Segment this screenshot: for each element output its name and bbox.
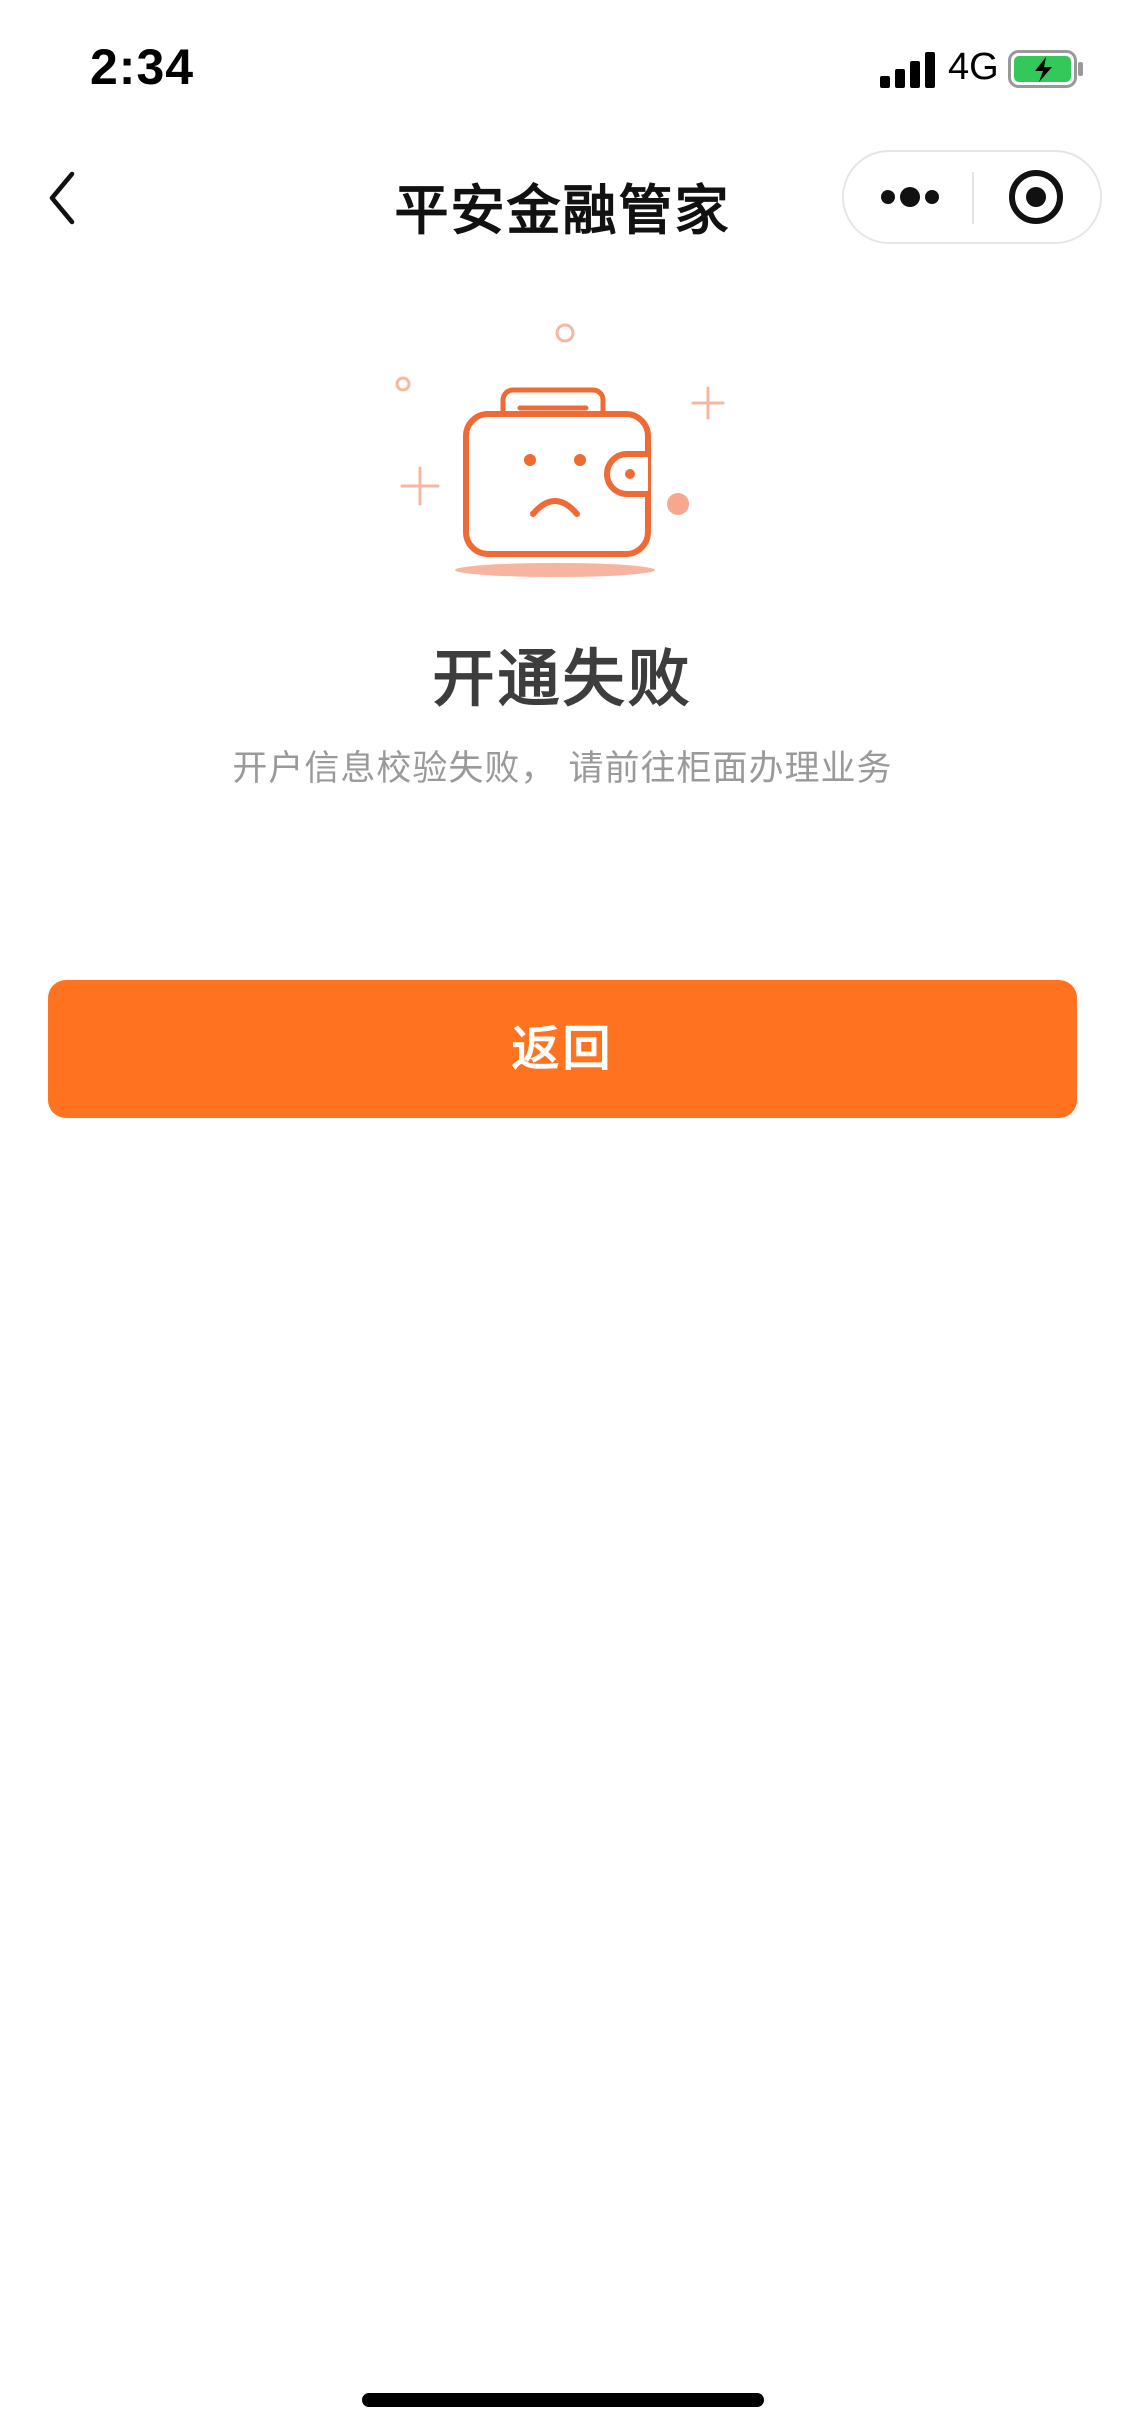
signal-icon xyxy=(880,52,935,88)
close-button[interactable] xyxy=(976,152,1100,242)
capsule-divider xyxy=(972,172,974,224)
sad-wallet-icon xyxy=(395,323,725,577)
close-target-icon xyxy=(1009,170,1063,224)
result-title: 开通失败 xyxy=(432,642,693,715)
result-description: 开户信息校验失败， 请前往柜面办理业务 xyxy=(232,749,893,789)
status-time: 2:34 xyxy=(90,39,195,95)
return-button[interactable]: 返回 xyxy=(48,980,1077,1118)
battery-charging-icon xyxy=(1008,50,1083,88)
app-screen: 2:34 4G 平安金融管家 开通失败 开户信息校验失败， 请前往柜面办理业务 … xyxy=(0,0,1125,2436)
mini-program-capsule xyxy=(842,150,1102,244)
nav-bar: 平安金融管家 xyxy=(0,132,1125,264)
home-indicator[interactable] xyxy=(362,2393,764,2407)
more-dots-icon xyxy=(881,187,939,207)
more-button[interactable] xyxy=(844,152,972,242)
network-type: 4G xyxy=(948,46,999,88)
status-bar: 2:34 4G xyxy=(0,0,1125,132)
